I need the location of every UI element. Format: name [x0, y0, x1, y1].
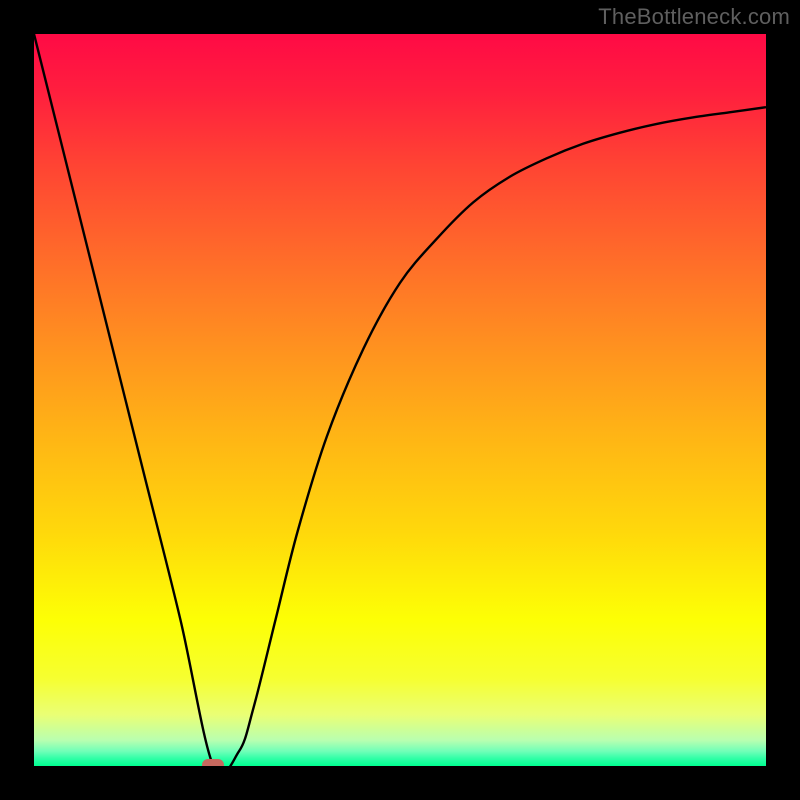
minimum-marker — [202, 759, 224, 766]
plot-area — [34, 34, 766, 766]
curve-path — [34, 34, 766, 766]
chart-frame: TheBottleneck.com — [0, 0, 800, 800]
bottleneck-curve — [34, 34, 766, 766]
attribution-label: TheBottleneck.com — [598, 4, 790, 30]
